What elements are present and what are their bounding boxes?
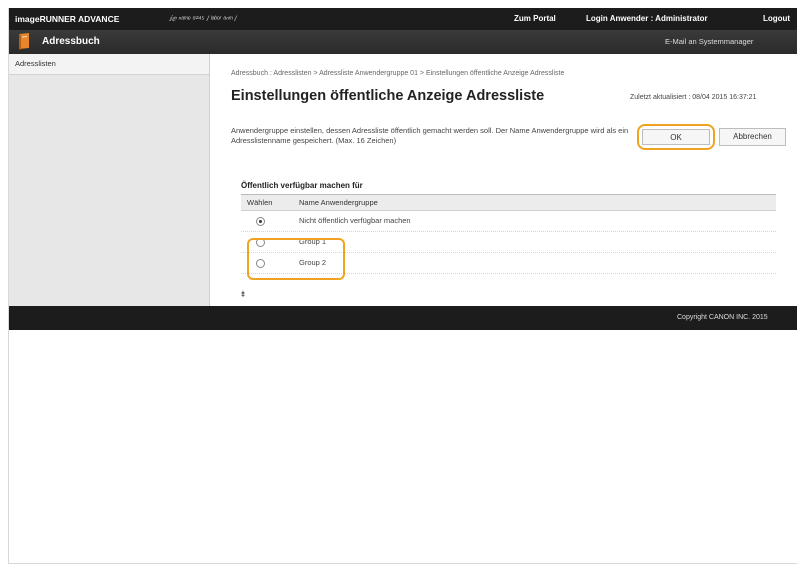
top-bar: imageRUNNER ADVANCE ⅈⅇ ⁿᵃᵐᵉ ⁸²⁴⁵ / ˡᵃᵇᵒʳ… [9, 8, 797, 30]
address-book-icon [19, 33, 29, 50]
logout-link[interactable]: Logout [763, 14, 790, 23]
app-title: Adressbuch [42, 36, 100, 47]
last-updated: Zuletzt aktualisiert : 08/04 2015 16:37:… [630, 94, 757, 101]
row-name: Group 2 [299, 258, 327, 267]
row-name: Group 1 [299, 237, 327, 246]
login-user-label: Login Anwender : Administrator [586, 14, 708, 23]
table-row[interactable]: Nicht öffentlich verfügbar machen [241, 211, 776, 232]
description-text: Anwendergruppe einstellen, dessen Adress… [231, 126, 629, 145]
table-row[interactable]: Group 1 [241, 232, 776, 253]
sidebar-item-adresslisten[interactable]: Adresslisten [9, 54, 209, 75]
table-header: Wählen Name Anwendergruppe [241, 195, 776, 211]
section-title: Öffentlich verfügbar machen für [241, 181, 363, 190]
table-row[interactable]: Group 2 [241, 253, 776, 274]
brand-name: imageRUNNER ADVANCE [15, 14, 120, 24]
copyright-text: Copyright CANON INC. 2015 [677, 314, 768, 321]
ok-button-highlight: OK [637, 124, 715, 150]
radio-group-2[interactable] [256, 259, 265, 268]
radio-group-1[interactable] [256, 238, 265, 247]
cancel-button[interactable]: Abbrechen [719, 128, 786, 146]
portal-link[interactable]: Zum Portal [514, 14, 556, 23]
radio-not-public[interactable] [256, 217, 265, 226]
column-header-select: Wählen [247, 198, 273, 207]
ok-button[interactable]: OK [642, 129, 710, 145]
sidebar: Adresslisten [9, 54, 210, 306]
mail-system-manager-link[interactable]: E-Mail an Systemmanager [665, 37, 753, 46]
browser-page: imageRUNNER ADVANCE ⅈⅇ ⁿᵃᵐᵉ ⁸²⁴⁵ / ˡᵃᵇᵒʳ… [8, 8, 797, 564]
main-content: Adressbuch : Adresslisten > Adressliste … [210, 54, 797, 306]
footer: Copyright CANON INC. 2015 [9, 306, 797, 330]
row-name: Nicht öffentlich verfügbar machen [299, 216, 411, 225]
device-name: ⅈⅇ ⁿᵃᵐᵉ ⁸²⁴⁵ / ˡᵃᵇᵒʳ ᵃⁿᵐ / [169, 14, 237, 23]
page-title: Einstellungen öffentliche Anzeige Adress… [231, 88, 545, 104]
column-header-group-name: Name Anwendergruppe [299, 198, 378, 207]
scroll-to-top-icon[interactable]: ⯒ [241, 287, 245, 303]
breadcrumb: Adressbuch : Adresslisten > Adressliste … [231, 70, 565, 77]
app-header: Adressbuch E-Mail an Systemmanager [9, 30, 797, 54]
group-table: Wählen Name Anwendergruppe Nicht öffentl… [241, 194, 776, 274]
